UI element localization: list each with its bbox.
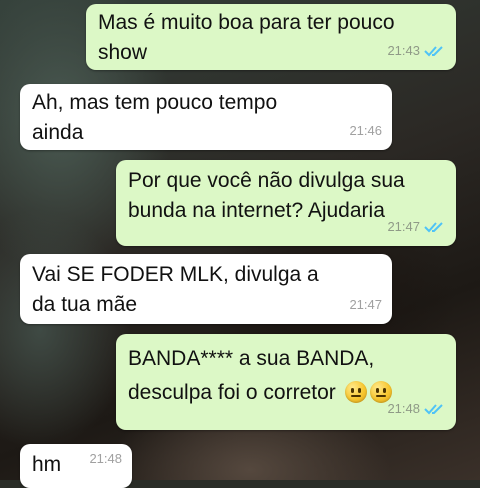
message-meta: 21:47 (349, 290, 382, 320)
message-meta: 21:47 (387, 212, 446, 242)
message-text: Vai SE FODER MLK, divulga a da tua mãe (32, 263, 319, 316)
message-meta: 21:43 (387, 36, 446, 66)
message-meta: 21:48 (89, 444, 122, 474)
message-bubble-incoming[interactable]: Vai SE FODER MLK, divulga a da tua mãe 2… (20, 254, 392, 324)
message-meta: 21:48 (387, 392, 446, 426)
neutral-face-emoji-icon (344, 381, 367, 403)
message-text-line: BANDA**** a sua BANDA, (128, 347, 375, 370)
message-bubble-outgoing[interactable]: Por que você não divulga sua bunda na in… (116, 160, 456, 246)
message-meta: 21:46 (349, 116, 382, 146)
message-text: Ah, mas tem pouco tempo ainda (32, 91, 278, 144)
message-time: 21:48 (89, 451, 122, 466)
message-bubble-incoming[interactable]: Ah, mas tem pouco tempo ainda 21:46 (20, 84, 392, 150)
message-time: 21:43 (387, 43, 420, 58)
message-bubble-incoming[interactable]: hm 21:48 (20, 444, 132, 488)
message-text-line: desculpa foi o corretor (128, 381, 336, 404)
message-time: 21:48 (387, 401, 420, 416)
message-time: 21:47 (349, 297, 382, 312)
message-bubble-outgoing[interactable]: BANDA**** a sua BANDA, desculpa foi o co… (116, 334, 456, 430)
message-bubble-outgoing[interactable]: Mas é muito boa para ter pouco show 21:4… (86, 4, 456, 70)
message-time: 21:47 (387, 219, 420, 234)
double-check-icon (424, 46, 443, 57)
double-check-icon (424, 404, 443, 415)
double-check-icon (424, 222, 443, 233)
message-time: 21:46 (349, 123, 382, 138)
